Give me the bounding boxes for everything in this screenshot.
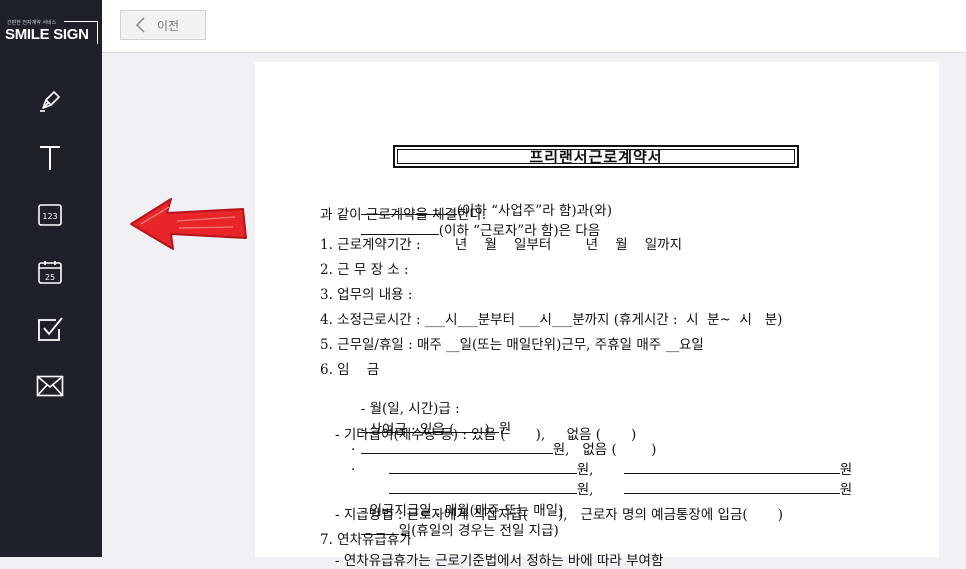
item-job-description: 3. 업무의 내용 : <box>320 287 413 303</box>
sidebar: 간편한 전자계약 서비스 SMILE SIGN 123 25 <box>0 0 102 557</box>
chevron-left-icon <box>135 17 145 33</box>
smile-sign-logo[interactable]: 간편한 전자계약 서비스 SMILE SIGN <box>5 19 98 45</box>
bullet: · <box>351 462 356 478</box>
other-pay-label: - 기타급여(제수당 등) : 있음 ( ), 없음 ( ) <box>335 427 637 443</box>
date-icon: 25 <box>38 261 62 284</box>
won-unit: 원 <box>839 482 853 498</box>
pen-icon <box>40 91 60 112</box>
item-annual-leave: 7. 연차유급휴가 <box>320 532 412 548</box>
pay-method: - 지급방법 : 근로자에게 직접지급( ), 근로자 명의 예금통장에 입금(… <box>335 507 783 523</box>
red-arrow-left-icon <box>130 198 247 250</box>
other-pay-blank-4[interactable] <box>623 480 840 494</box>
document-title-box: 프리랜서근로계약서 <box>393 145 799 168</box>
back-button[interactable]: 이전 <box>120 10 206 40</box>
text-icon <box>40 146 60 170</box>
date-tool-button[interactable]: 25 <box>33 255 67 289</box>
svg-text:123: 123 <box>42 212 57 221</box>
document-page[interactable]: 프리랜서근로계약서 (이하 “사업주”라 함)과(와) (이하 “근로자”라 함… <box>255 62 939 569</box>
logo-bracket <box>64 21 98 44</box>
logo-tagline: 간편한 전자계약 서비스 <box>7 20 57 26</box>
item-wages: 6. 임 금 <box>320 362 380 378</box>
mail-tool-button[interactable] <box>33 369 67 403</box>
number-icon: 123 <box>38 204 62 226</box>
svg-text:25: 25 <box>45 273 55 282</box>
item-working-hours: 4. 소정근로시간 : ___시___분부터 ___시___분까지 (휴게시간 … <box>320 312 783 328</box>
item-workplace: 2. 근 무 장 소 : <box>320 262 409 278</box>
mail-icon <box>36 375 64 397</box>
number-tool-button[interactable]: 123 <box>33 198 67 232</box>
top-bar: 이전 <box>102 0 966 53</box>
back-button-label: 이전 <box>157 18 180 33</box>
contract-document: 프리랜서근로계약서 (이하 “사업주”라 함)과(와) (이하 “근로자”라 함… <box>255 62 939 569</box>
pay-day-suffix: 일(휴일의 경우는 전일 지급) <box>398 523 559 539</box>
bullet: · <box>351 442 356 458</box>
checkbox-icon <box>38 317 63 341</box>
document-title: 프리랜서근로계약서 <box>529 148 663 166</box>
text-tool-button[interactable] <box>33 141 67 175</box>
won-unit: 원, <box>576 482 594 498</box>
checkbox-tool-button[interactable] <box>33 312 67 346</box>
item-contract-period: 1. 근로계약기간 : 년 월 일부터 년 월 일까지 <box>320 237 683 253</box>
annual-leave-detail: - 연차유급휴가는 근로기준법에서 정하는 바에 따라 부여함 <box>335 553 664 569</box>
signature-tool-button[interactable] <box>33 84 67 118</box>
intro-line-2: 과 같이 근로계약을 체결한다. <box>320 207 487 223</box>
item-work-days: 5. 근무일/휴일 : 매주 __일(또는 매일단위)근무, 주휴일 매주 __… <box>320 337 704 353</box>
